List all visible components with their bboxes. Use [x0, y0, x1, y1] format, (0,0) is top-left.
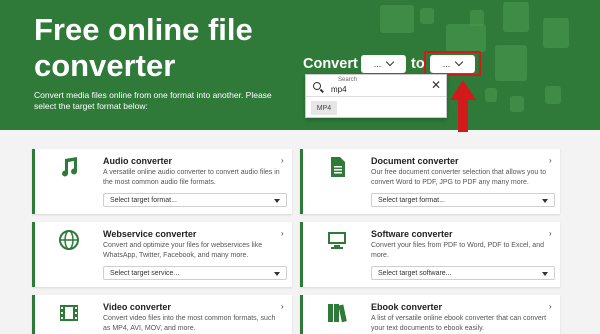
convert-label: Convert	[303, 56, 358, 72]
source-format-value: ...	[373, 59, 382, 69]
monitor-icon	[328, 232, 346, 249]
jpg-deco-icon	[446, 24, 486, 52]
books-icon	[328, 304, 347, 323]
card-software-converter[interactable]: Software converter › Convert your files …	[300, 222, 560, 287]
music-note-icon	[62, 157, 78, 177]
search-input[interactable]: mp4	[331, 85, 347, 94]
pdf-deco-icon	[495, 45, 527, 81]
caret-down-icon	[542, 199, 548, 203]
source-format-select[interactable]: ...	[361, 55, 406, 73]
document-icon	[331, 157, 345, 177]
chevron-down-icon	[386, 57, 395, 67]
card-title[interactable]: Audio converter	[103, 156, 172, 166]
card-document-converter[interactable]: Document converter › Our free document c…	[300, 149, 560, 214]
film-icon	[60, 305, 78, 321]
card-description: A versatile online audio converter to co…	[103, 169, 280, 186]
card-title[interactable]: Software converter	[371, 229, 453, 239]
card-description: Convert your files from PDF to Word, PDF…	[371, 242, 544, 259]
chevron-right-icon[interactable]: ›	[281, 229, 284, 238]
target-format-select[interactable]: Select target format...	[371, 193, 555, 207]
card-title[interactable]: Document converter	[371, 156, 459, 166]
file-deco-icon	[510, 96, 524, 112]
card-webservice-converter[interactable]: Webservice converter › Convert and optim…	[32, 222, 292, 287]
caret-down-icon	[542, 272, 548, 276]
page-subtitle: Convert media files online from one form…	[34, 90, 272, 111]
chevron-right-icon[interactable]: ›	[549, 156, 552, 165]
hero-banner: Free online file converter Convert media…	[0, 0, 600, 130]
caret-down-icon	[274, 199, 280, 203]
card-ebook-converter[interactable]: Ebook converter › A list of versatile on…	[300, 295, 560, 334]
search-icon	[313, 82, 321, 90]
file-deco-icon	[503, 2, 529, 32]
target-format-select[interactable]: Select target format...	[103, 193, 287, 207]
target-software-select[interactable]: Select target software...	[371, 266, 555, 280]
highlight-box	[424, 51, 481, 76]
red-arrow-icon	[450, 80, 476, 132]
file-deco-icon	[485, 88, 497, 102]
file-deco-icon	[545, 86, 561, 104]
chevron-right-icon[interactable]: ›	[281, 156, 284, 165]
card-description: Our free document converter selection th…	[371, 169, 547, 186]
select-placeholder: Select target software...	[378, 269, 452, 277]
dropdown-search[interactable]: Search mp4 ✕	[306, 75, 446, 97]
close-icon[interactable]: ✕	[431, 79, 441, 91]
card-title[interactable]: Video converter	[103, 302, 171, 312]
target-service-select[interactable]: Select target service...	[103, 266, 287, 280]
email-deco-icon	[380, 5, 414, 33]
select-placeholder: Select target service...	[110, 269, 180, 277]
dropdown-option-mp4[interactable]: MP4	[311, 101, 337, 115]
chevron-right-icon[interactable]: ›	[281, 302, 284, 311]
chevron-right-icon[interactable]: ›	[549, 302, 552, 311]
page-title: Free online file converter	[34, 12, 253, 83]
card-video-converter[interactable]: Video converter › Convert video files in…	[32, 295, 292, 334]
globe-icon	[59, 230, 79, 250]
chevron-right-icon[interactable]: ›	[549, 229, 552, 238]
card-audio-converter[interactable]: Audio converter › A versatile online aud…	[32, 149, 292, 214]
card-title[interactable]: Webservice converter	[103, 229, 196, 239]
select-placeholder: Select target format...	[378, 196, 445, 204]
select-placeholder: Select target format...	[110, 196, 177, 204]
card-description: Convert video files into the most common…	[103, 315, 276, 332]
format-dropdown: Search mp4 ✕ MP4	[305, 74, 447, 118]
to-label: to	[411, 56, 425, 72]
chart-deco-icon	[543, 18, 569, 48]
caret-down-icon	[274, 272, 280, 276]
search-label: Search	[338, 77, 358, 83]
card-description: Convert and optimize your files for webs…	[103, 242, 263, 259]
card-title[interactable]: Ebook converter	[371, 302, 442, 312]
file-deco-icon	[420, 8, 434, 24]
card-description: A list of versatile online ebook convert…	[371, 315, 547, 332]
